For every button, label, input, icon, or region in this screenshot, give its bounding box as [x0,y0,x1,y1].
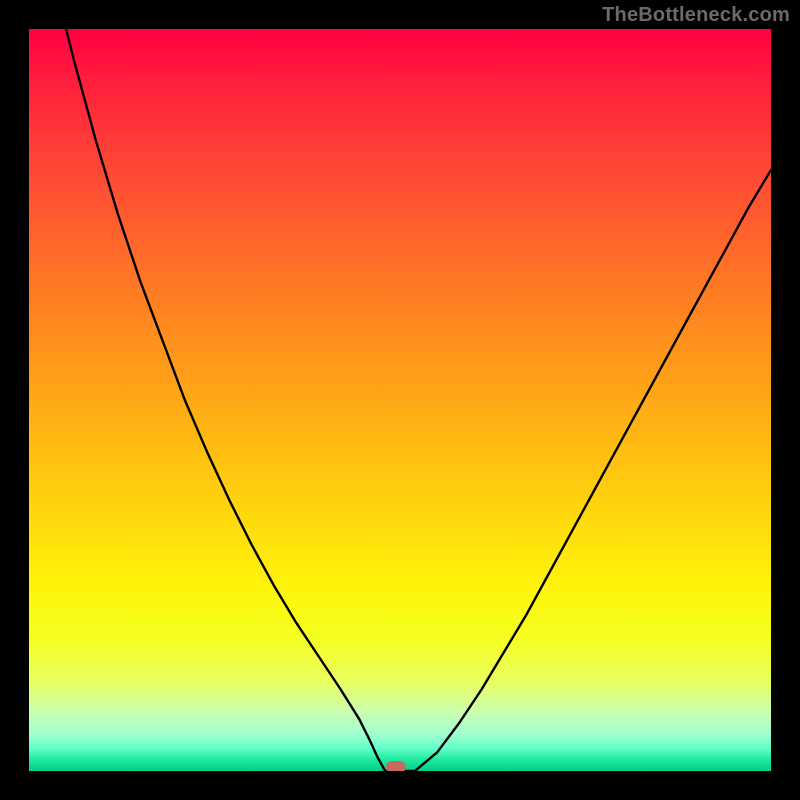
bottleneck-curve [29,29,771,771]
curve-svg [29,29,771,771]
watermark-text: TheBottleneck.com [602,4,790,27]
chart-frame: TheBottleneck.com [0,0,800,800]
optimal-marker [386,761,406,771]
plot-area [29,29,771,771]
